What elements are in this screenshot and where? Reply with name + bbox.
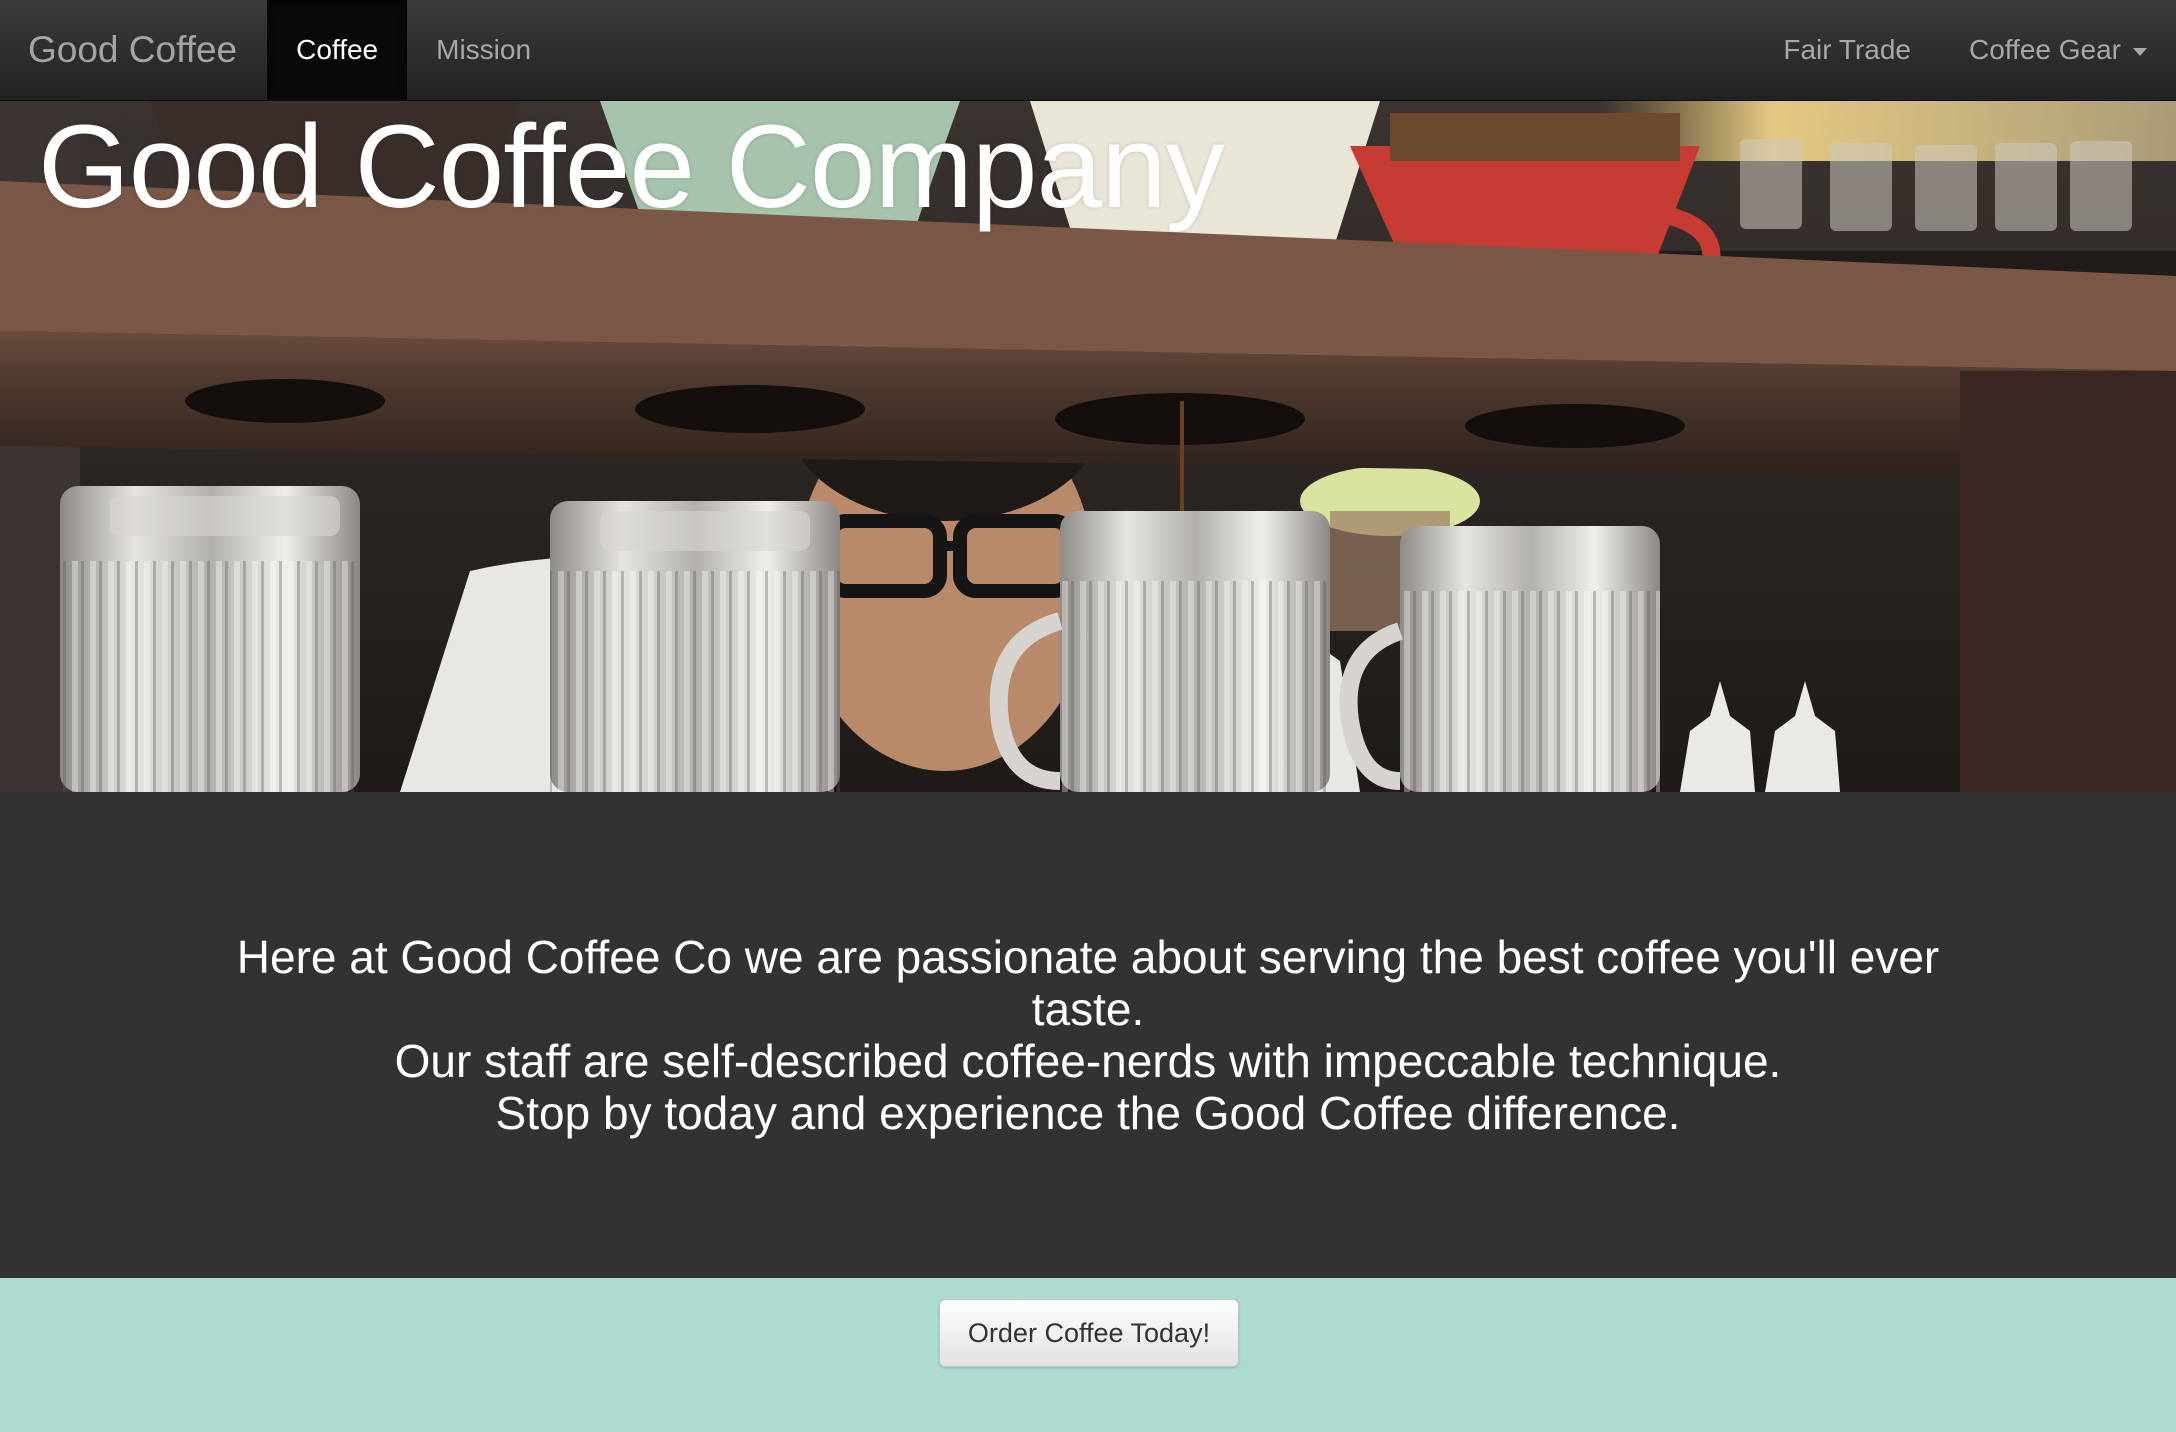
intro-line-1: Here at Good Coffee Co we are passionate… <box>236 931 1940 1035</box>
hero-title: Good Coffee Company <box>38 101 1225 233</box>
nav-left-list: Coffee Mission <box>267 0 560 100</box>
top-navbar: Good Coffee Coffee Mission Fair Trade Co… <box>0 0 2176 101</box>
hero-banner: Good Coffee Company <box>0 101 2176 792</box>
intro-line-3: Stop by today and experience the Good Co… <box>495 1087 1681 1139</box>
intro-line-2: Our staff are self-described coffee-nerd… <box>394 1035 1782 1087</box>
nav-item-mission: Mission <box>407 0 560 100</box>
nav-item-fair-trade: Fair Trade <box>1754 0 1940 100</box>
nav-link-fair-trade[interactable]: Fair Trade <box>1754 0 1940 100</box>
cta-section: Order Coffee Today! <box>0 1278 2176 1432</box>
nav-item-coffee: Coffee <box>267 0 408 100</box>
order-coffee-button[interactable]: Order Coffee Today! <box>939 1299 1239 1367</box>
nav-item-coffee-gear: Coffee Gear <box>1940 0 2176 100</box>
coffee-gear-label: Coffee Gear <box>1968 34 2121 65</box>
caret-down-icon <box>2133 48 2147 56</box>
intro-text: Here at Good Coffee Co we are passionate… <box>228 931 1948 1139</box>
nav-link-coffee[interactable]: Coffee <box>267 0 408 100</box>
nav-dropdown-coffee-gear[interactable]: Coffee Gear <box>1940 0 2176 100</box>
intro-section: Here at Good Coffee Co we are passionate… <box>0 792 2176 1278</box>
brand-link[interactable]: Good Coffee <box>0 0 267 100</box>
nav-link-mission[interactable]: Mission <box>407 0 560 100</box>
nav-right-list: Fair Trade Coffee Gear <box>1754 0 2176 100</box>
